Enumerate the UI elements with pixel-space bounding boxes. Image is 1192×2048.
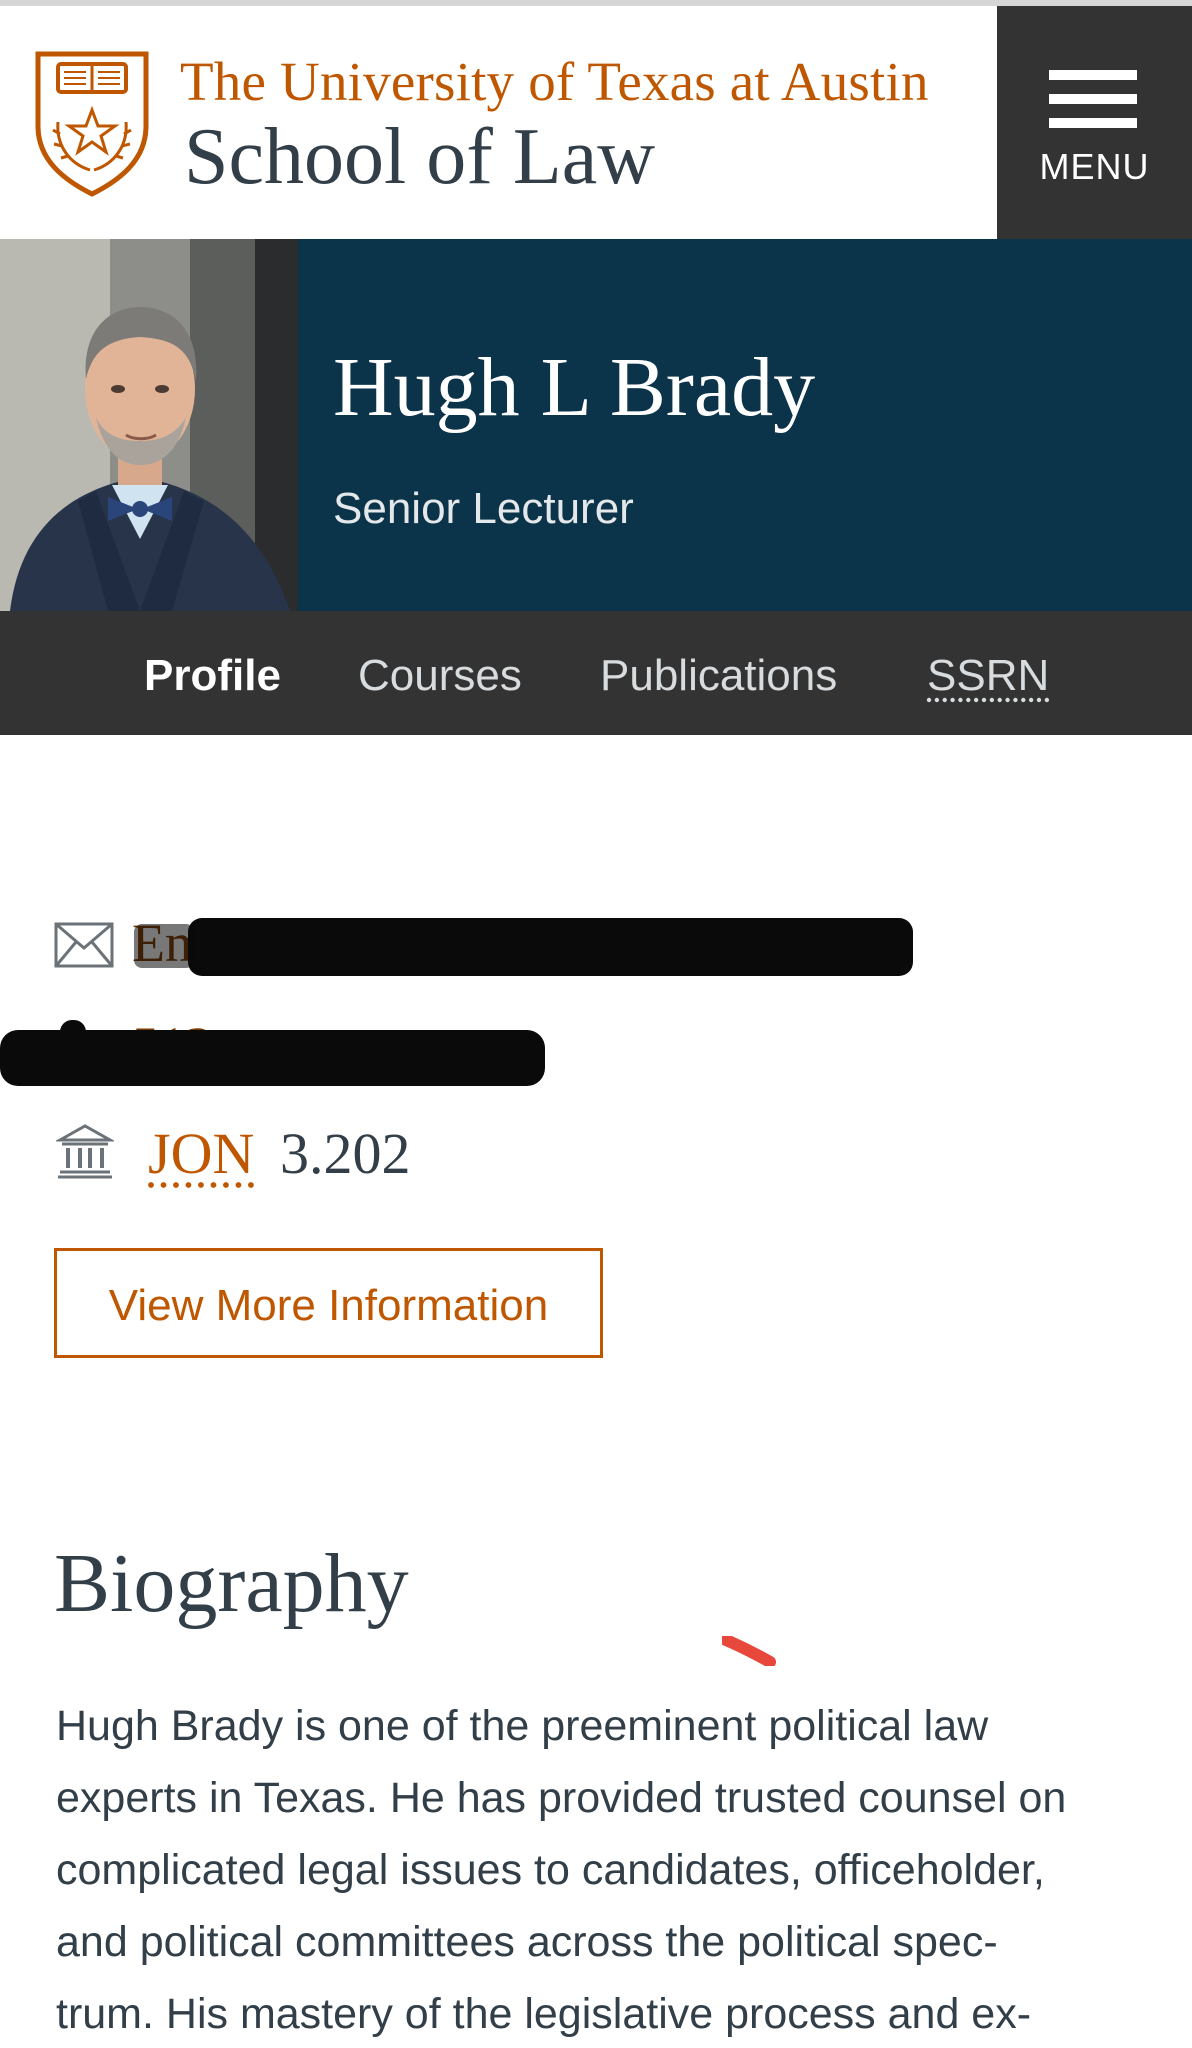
redaction-email-left: [134, 924, 194, 968]
redaction-email: [188, 918, 913, 976]
tab-ssrn[interactable]: SSRN: [927, 651, 1049, 701]
biography-line: trum. His mastery of the legislative pro…: [56, 1990, 1032, 2038]
tab-publications[interactable]: Publications: [600, 651, 837, 701]
profile-hero: Hugh L Brady Senior Lecturer: [0, 239, 1192, 611]
biography-text: Hugh Brady is one of the preeminent poli…: [56, 1690, 1146, 2048]
envelope-icon: [54, 922, 114, 968]
menu-label: MENU: [1039, 146, 1150, 187]
view-more-information-button[interactable]: View More Information: [54, 1248, 603, 1358]
biography-line: and political committees across the poli…: [56, 1918, 998, 1966]
profile-photo: [0, 239, 298, 611]
profile-title: Senior Lecturer: [333, 484, 634, 533]
menu-button[interactable]: MENU: [997, 6, 1192, 239]
site-logo-link[interactable]: The University of Texas at Austin School…: [32, 48, 972, 208]
phone-icon: [60, 1020, 86, 1042]
tab-profile[interactable]: Profile: [144, 651, 281, 701]
tab-courses[interactable]: Courses: [358, 651, 522, 701]
university-name: The University of Texas at Austin: [180, 51, 929, 112]
biography-heading: Biography: [54, 1537, 409, 1630]
hamburger-icon: [1049, 70, 1137, 130]
school-name: School of Law: [184, 113, 656, 201]
view-more-information-label: View More Information: [108, 1281, 549, 1330]
profile-name: Hugh L Brady: [333, 341, 816, 434]
annotation-mark: [722, 1636, 776, 1666]
building-link[interactable]: JON: [148, 1120, 254, 1187]
biography-line: Hugh Brady is one of the preeminent poli…: [56, 1702, 989, 1750]
biography-line: experts in Texas. He has provided truste…: [56, 1774, 1067, 1822]
room-number: 3.202: [280, 1121, 411, 1186]
biography-line: complicated legal issues to candidates, …: [56, 1846, 1045, 1894]
ut-seal-icon: [35, 51, 149, 197]
profile-tabs: Profile Courses Publications SSRN: [0, 611, 1192, 735]
site-header: The University of Texas at Austin School…: [0, 6, 1192, 239]
building-icon: [56, 1124, 114, 1179]
